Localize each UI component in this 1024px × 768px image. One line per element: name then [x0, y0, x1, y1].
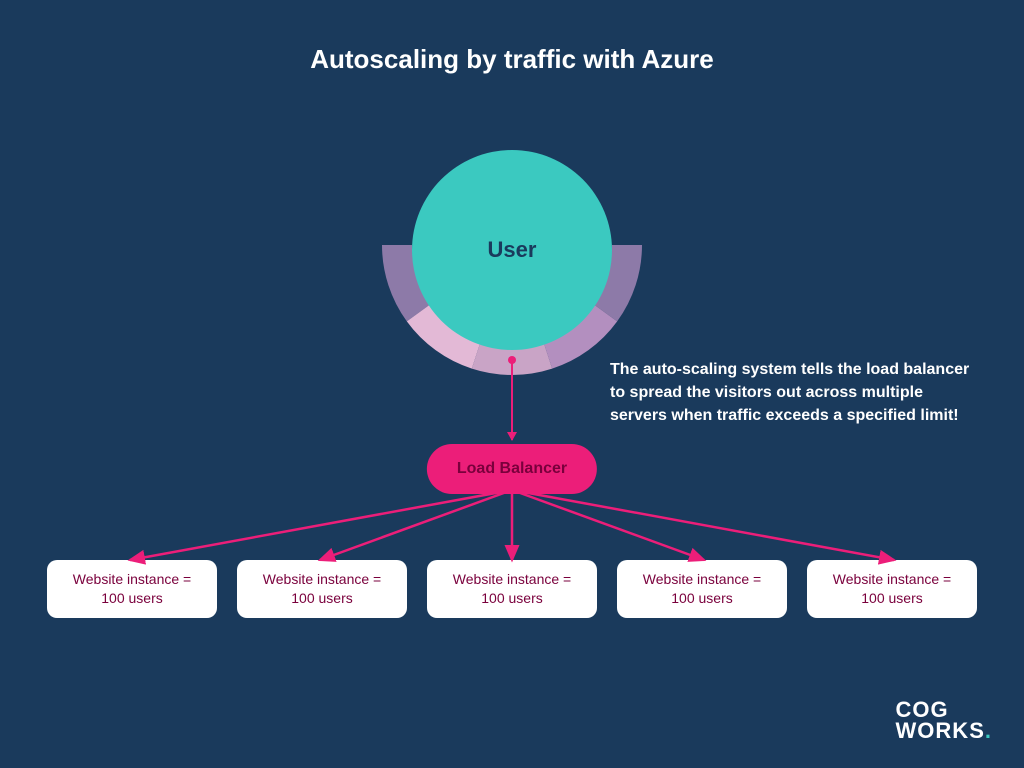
user-label: User	[488, 237, 537, 263]
explanation-text: The auto-scaling system tells the load b…	[610, 358, 970, 428]
diagram-title: Autoscaling by traffic with Azure	[0, 44, 1024, 75]
logo-dot-icon: .	[985, 718, 992, 743]
brand-logo: COG WORKS.	[896, 700, 992, 742]
connector-user-to-lb	[511, 360, 513, 440]
load-balancer-label: Load Balancer	[457, 460, 567, 477]
logo-line2: WORKS	[896, 718, 985, 743]
load-balancer-node: Load Balancer	[427, 444, 597, 494]
user-circle: User	[412, 150, 612, 350]
